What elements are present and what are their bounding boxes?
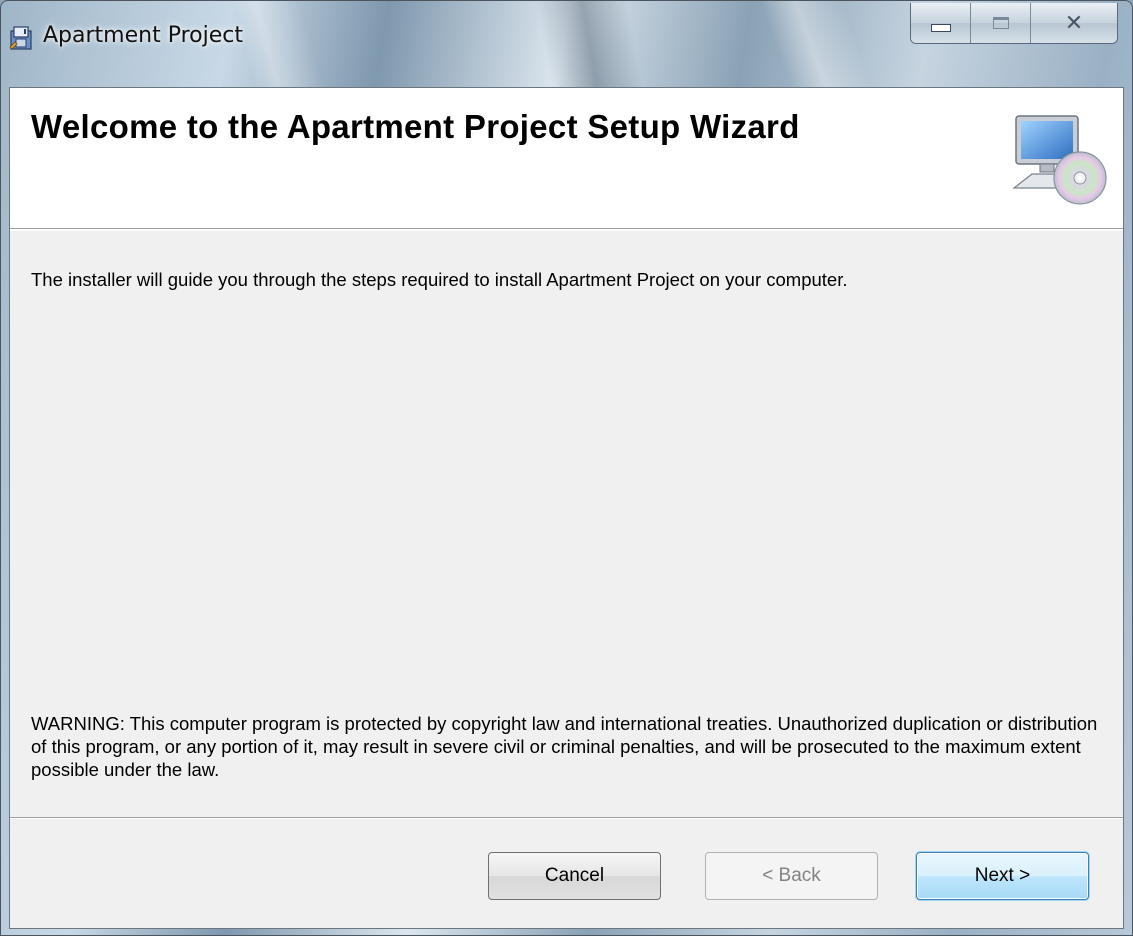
title-bar[interactable]: Apartment Project ✕ [1,1,1132,87]
copyright-warning-text: WARNING: This computer program is protec… [31,713,1098,780]
intro-text: The installer will guide you through the… [31,269,848,290]
window-title: Apartment Project [43,23,243,48]
minimize-button[interactable] [911,3,971,43]
close-button[interactable]: ✕ [1031,3,1117,43]
back-button: < Back [705,852,878,900]
wizard-heading: Welcome to the Apartment Project Setup W… [31,108,800,145]
computer-cd-icon [1012,115,1107,205]
minimize-icon [930,24,951,32]
button-separator [10,817,1123,819]
installer-window: Apartment Project ✕ Welcome to the Apart… [0,0,1133,936]
installer-app-icon[interactable] [9,25,35,51]
caption-buttons: ✕ [910,3,1118,44]
maximize-icon [992,17,1009,29]
dialog-client-area: Welcome to the Apartment Project Setup W… [9,87,1124,929]
wizard-header: Welcome to the Apartment Project Setup W… [10,88,1123,231]
cancel-button[interactable]: Cancel [488,852,661,900]
close-icon: ✕ [1064,10,1084,36]
maximize-button [971,3,1031,43]
next-button[interactable]: Next > [916,852,1089,900]
